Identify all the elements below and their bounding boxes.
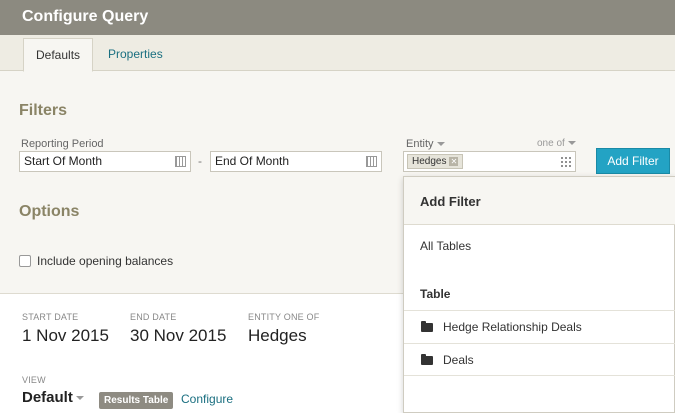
remove-tag-icon[interactable]: ✕ xyxy=(449,157,459,166)
table-option-deals[interactable]: Deals xyxy=(404,343,675,376)
dropdown-header: Add Filter xyxy=(404,177,675,225)
entity-summary-label: ENTITY ONE OF xyxy=(248,312,320,322)
entity-label[interactable]: Entity xyxy=(406,138,445,150)
date-range-separator: - xyxy=(198,154,202,168)
title-bar: Configure Query xyxy=(0,0,675,35)
table-option-label: Deals xyxy=(443,353,474,367)
include-opening-balances-label[interactable]: Include opening balances xyxy=(37,254,173,268)
reporting-period-label: Reporting Period xyxy=(21,138,104,150)
view-type-badge: Results Table xyxy=(99,392,174,409)
calendar-icon[interactable] xyxy=(175,156,186,167)
chevron-down-icon xyxy=(567,141,576,146)
entity-operator-text: one of xyxy=(537,138,565,149)
add-filter-button[interactable]: Add Filter xyxy=(596,148,670,174)
folder-icon xyxy=(421,354,433,365)
start-date-value: Start Of Month xyxy=(24,154,103,168)
entity-field[interactable]: Hedges ✕ xyxy=(403,151,576,172)
all-tables-option[interactable]: All Tables xyxy=(420,239,471,253)
entity-label-text: Entity xyxy=(406,138,434,150)
add-filter-dropdown: Add Filter All Tables Table Hedge Relati… xyxy=(403,176,675,413)
folder-icon xyxy=(421,321,433,332)
configure-link[interactable]: Configure xyxy=(181,392,233,406)
grid-icon[interactable] xyxy=(560,156,571,167)
chevron-down-icon xyxy=(75,396,84,401)
entity-tag-label: Hedges xyxy=(412,156,447,167)
options-heading: Options xyxy=(19,203,80,220)
end-date-summary-label: END DATE xyxy=(130,312,177,322)
include-opening-balances-checkbox[interactable] xyxy=(19,255,31,267)
calendar-icon[interactable] xyxy=(366,156,377,167)
tab-bar: Defaults Properties xyxy=(0,35,675,72)
view-label: VIEW xyxy=(22,375,46,385)
end-date-field[interactable]: End Of Month xyxy=(210,151,382,172)
start-date-summary-label: START DATE xyxy=(22,312,79,322)
start-date-summary-value: 1 Nov 2015 xyxy=(22,326,109,345)
end-date-value: End Of Month xyxy=(215,154,290,168)
end-date-summary-value: 30 Nov 2015 xyxy=(130,326,227,345)
table-option-label: Hedge Relationship Deals xyxy=(443,320,582,334)
filters-heading: Filters xyxy=(19,102,68,119)
start-date-field[interactable]: Start Of Month xyxy=(19,151,191,172)
tab-defaults[interactable]: Defaults xyxy=(23,38,93,72)
entity-summary-value: Hedges xyxy=(248,326,307,345)
window-title: Configure Query xyxy=(22,8,149,25)
entity-tag: Hedges ✕ xyxy=(407,154,464,169)
view-selector[interactable]: Default xyxy=(22,389,84,406)
chevron-down-icon xyxy=(436,142,445,147)
dropdown-title: Add Filter xyxy=(420,194,481,209)
table-section-heading: Table xyxy=(420,287,451,301)
view-value: Default xyxy=(22,389,73,406)
table-option-hedge-relationship-deals[interactable]: Hedge Relationship Deals xyxy=(404,310,675,343)
entity-operator[interactable]: one of xyxy=(537,138,576,149)
tab-properties[interactable]: Properties xyxy=(96,38,175,72)
